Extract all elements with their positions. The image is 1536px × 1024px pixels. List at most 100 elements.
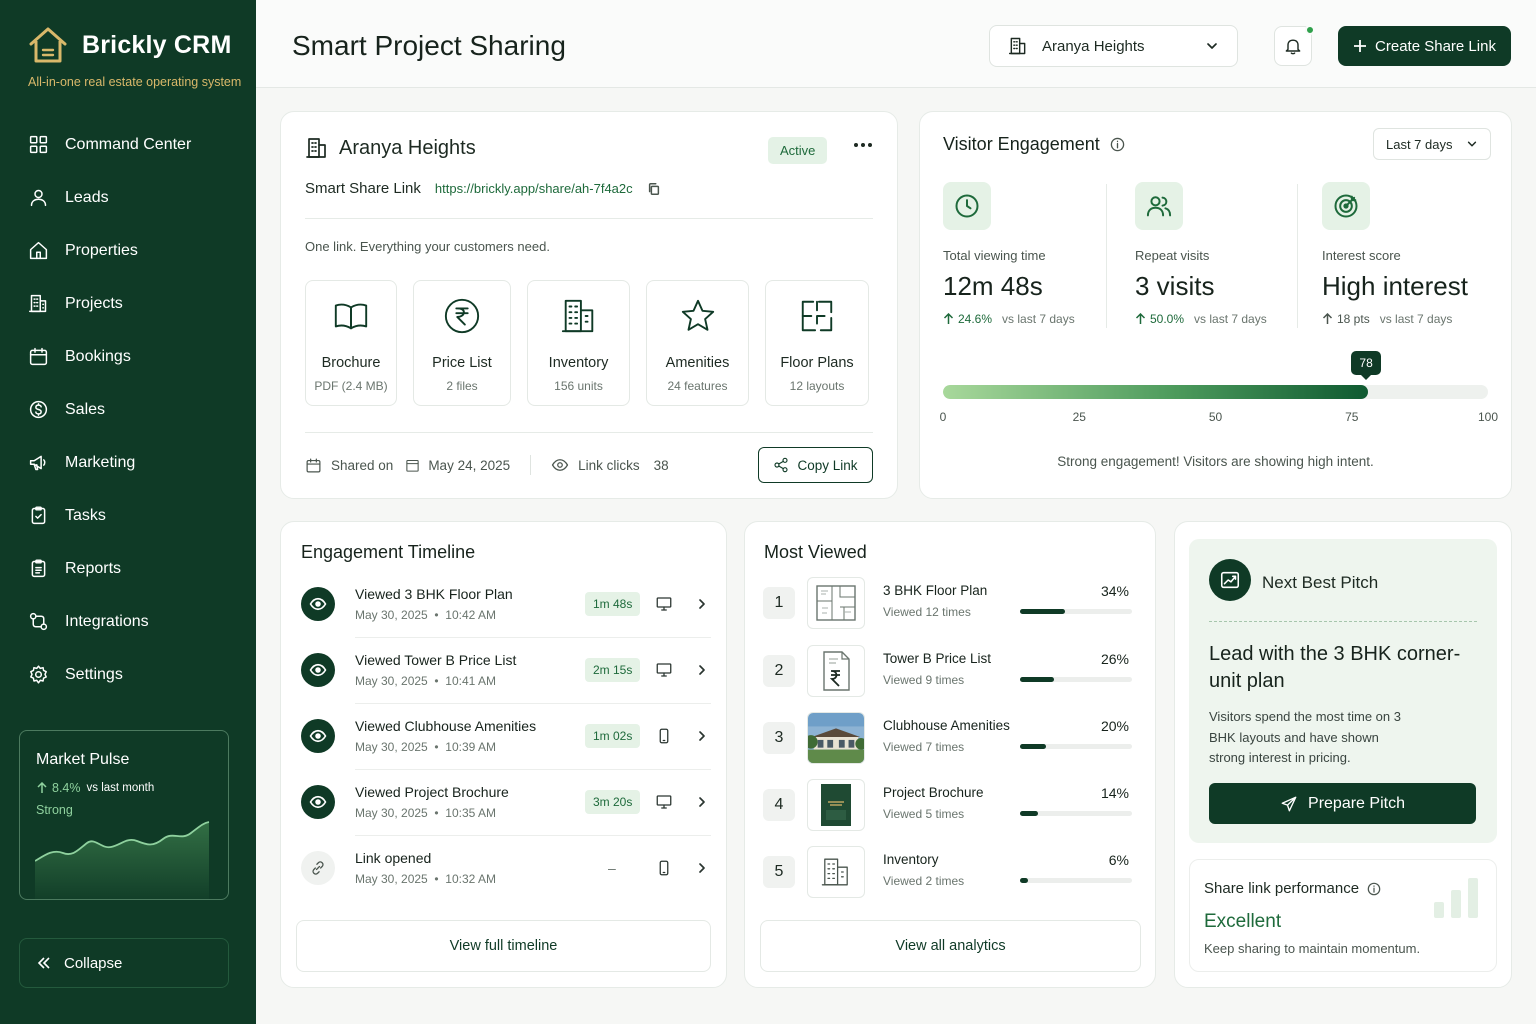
tile-amenities[interactable]: Amenities 24 features: [646, 280, 749, 406]
building-icon: [305, 136, 329, 160]
performance-sub: Keep sharing to maintain momentum.: [1204, 941, 1421, 956]
chevron-right-icon[interactable]: [695, 597, 709, 611]
sidebar-item-properties[interactable]: Properties: [0, 224, 256, 277]
timeline-item[interactable]: Viewed Clubhouse Amenities May 30, 2025 …: [301, 703, 705, 769]
sidebar-item-marketing[interactable]: Marketing: [0, 436, 256, 489]
brochure-thumb: [807, 779, 865, 831]
sidebar-item-label: Marketing: [65, 453, 136, 471]
chevron-right-icon[interactable]: [695, 729, 709, 743]
timeline-item-title: Viewed Tower B Price List: [355, 652, 517, 668]
market-pulse-title: Market Pulse: [36, 751, 130, 768]
rank-badge: 2: [763, 655, 795, 687]
copy-link-button[interactable]: Copy Link: [758, 447, 873, 483]
pricelist-thumb: [807, 645, 865, 697]
info-icon[interactable]: [1110, 137, 1125, 152]
share-link-url[interactable]: https://brickly.app/share/ah-7f4a2c: [435, 181, 633, 196]
timeline-item-date: May 30, 2025 • 10:39 AM: [355, 740, 496, 754]
sidebar-item-reports[interactable]: Reports: [0, 542, 256, 595]
sidebar-item-command-center[interactable]: Command Center: [0, 118, 256, 171]
item-percent: 20%: [1100, 718, 1129, 734]
most-viewed-title: Most Viewed: [764, 542, 867, 562]
market-pulse-sparkline: [35, 821, 210, 899]
sidebar-item-leads[interactable]: Leads: [0, 171, 256, 224]
engagement-timeline-card: Engagement Timeline Viewed 3 BHK Floor P…: [280, 521, 727, 988]
metric-label: Total viewing time: [943, 248, 1046, 263]
eye-icon: [551, 456, 569, 474]
tile-label: Inventory: [548, 355, 609, 371]
create-share-link-button[interactable]: Create Share Link: [1338, 26, 1511, 66]
share-link-label: Smart Share Link: [305, 180, 421, 197]
chevron-right-icon[interactable]: [695, 663, 709, 677]
metric-delta-value: 50.0%: [1150, 312, 1185, 326]
collapse-button[interactable]: Collapse: [19, 938, 229, 988]
grid-icon: [28, 134, 49, 155]
prepare-pitch-label: Prepare Pitch: [1308, 794, 1405, 812]
timeline-item[interactable]: Viewed 3 BHK Floor Plan May 30, 2025 • 1…: [301, 571, 705, 637]
view-all-analytics-button[interactable]: View all analytics: [760, 920, 1141, 972]
timeline-item[interactable]: Viewed Project Brochure May 30, 2025 • 1…: [301, 769, 705, 835]
prepare-pitch-button[interactable]: Prepare Pitch: [1209, 783, 1476, 824]
tile-label: Amenities: [665, 355, 730, 371]
more-options-icon[interactable]: [853, 142, 873, 148]
score-tooltip: 78: [1351, 351, 1382, 380]
sidebar-item-settings[interactable]: Settings: [0, 648, 256, 701]
tile-inventory[interactable]: Inventory 156 units: [527, 280, 630, 406]
timeline-text: Viewed Tower B Price List May 30, 2025 •…: [355, 652, 585, 688]
integrations-icon: [28, 611, 49, 632]
project-select[interactable]: Aranya Heights: [989, 25, 1238, 67]
notifications-button[interactable]: [1274, 25, 1315, 66]
share-meta: Shared on May 24, 2025 Link clicks 38: [305, 455, 669, 475]
sidebar-item-integrations[interactable]: Integrations: [0, 595, 256, 648]
engagement-heading: Visitor Engagement: [943, 134, 1125, 155]
sidebar-item-projects[interactable]: Projects: [0, 277, 256, 330]
date-range-select[interactable]: Last 7 days: [1373, 128, 1491, 160]
engagement-score-bar: [943, 385, 1488, 399]
chevron-down-icon: [1466, 138, 1478, 150]
item-name: Inventory: [883, 852, 939, 867]
item-name: Clubhouse Amenities: [883, 718, 1010, 733]
asset-tiles: Brochure PDF (2.4 MB) Price List 2 files…: [305, 280, 869, 406]
item-name: Project Brochure: [883, 785, 984, 800]
sidebar-item-label: Tasks: [65, 506, 106, 524]
tile-brochure[interactable]: Brochure PDF (2.4 MB): [305, 280, 397, 406]
target-icon: [1322, 182, 1370, 230]
view-full-timeline-button[interactable]: View full timeline: [296, 920, 711, 972]
duration-badge: 3m 20s: [585, 790, 641, 814]
performance-heading: Share link performance: [1204, 880, 1381, 897]
tile-sub: 12 layouts: [789, 379, 845, 393]
info-icon[interactable]: [1367, 882, 1381, 896]
timeline-text: Link opened May 30, 2025 • 10:32 AM: [355, 850, 585, 886]
chevron-right-icon[interactable]: [695, 795, 709, 809]
timeline-item[interactable]: Link opened May 30, 2025 • 10:32 AM –: [301, 835, 705, 901]
most-viewed-item[interactable]: 4 Project Brochure Viewed 5 times 14%: [763, 775, 1133, 835]
timeline-date: May 30, 2025: [355, 740, 428, 754]
floorplan-icon: [798, 297, 836, 335]
metric-delta: 50.0% vs last 7 days: [1135, 312, 1315, 326]
chevron-right-icon[interactable]: [695, 861, 709, 875]
notification-dot: [1305, 25, 1315, 35]
sidebar-item-label: Integrations: [65, 612, 149, 630]
brand[interactable]: Brickly CRM: [28, 26, 231, 64]
most-viewed-item[interactable]: 5 Inventory Viewed 2 times 6%: [763, 842, 1133, 902]
share-icon: [773, 457, 789, 473]
most-viewed-item[interactable]: 2 Tower B Price List Viewed 9 times 26%: [763, 641, 1133, 701]
bar-chart-icon: [1434, 878, 1480, 918]
double-chevron-left-icon: [36, 955, 52, 971]
timeline-item-date: May 30, 2025 • 10:35 AM: [355, 806, 496, 820]
most-viewed-item[interactable]: 3 Clubhouse Amenities Viewed 7 times 20%: [763, 708, 1133, 768]
tile-price-list[interactable]: Price List 2 files: [413, 280, 511, 406]
page-title: Smart Project Sharing: [292, 30, 566, 61]
metric-value: 3 visits: [1135, 271, 1215, 301]
trend-chart-icon: [1209, 559, 1251, 601]
sidebar-item-tasks[interactable]: Tasks: [0, 489, 256, 542]
sidebar-nav: Command Center Leads Properties Projects…: [0, 118, 256, 701]
timeline-time: 10:41 AM: [445, 674, 496, 688]
copy-icon[interactable]: [647, 182, 661, 196]
sidebar-item-bookings[interactable]: Bookings: [0, 330, 256, 383]
timeline-date: May 30, 2025: [355, 806, 428, 820]
tile-floor-plans[interactable]: Floor Plans 12 layouts: [765, 280, 869, 406]
market-pulse-card[interactable]: Market Pulse 8.4% vs last month Strong: [19, 730, 229, 900]
timeline-item[interactable]: Viewed Tower B Price List May 30, 2025 •…: [301, 637, 705, 703]
most-viewed-item[interactable]: 1 3 BHK Floor Plan Viewed 12 times 34%: [763, 573, 1133, 633]
sidebar-item-sales[interactable]: Sales: [0, 383, 256, 436]
